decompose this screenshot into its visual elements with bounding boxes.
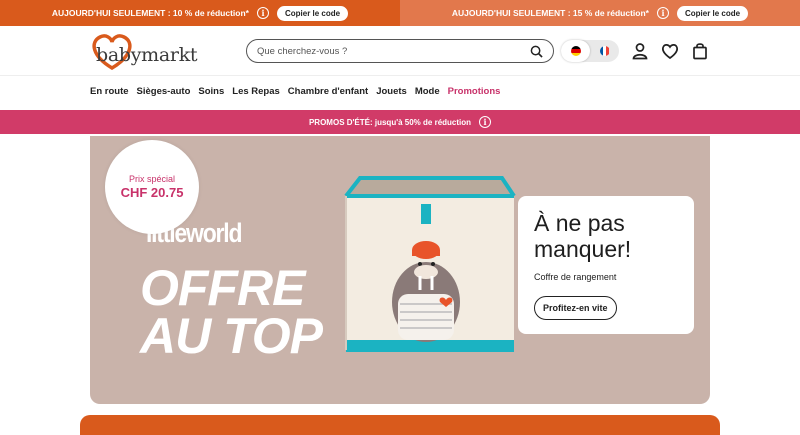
promo-right: AUJOURD'HUI SEULEMENT : 15 % de réductio… bbox=[400, 0, 800, 26]
card-title: À ne pas manquer! bbox=[534, 210, 678, 262]
shopping-bag-icon[interactable] bbox=[691, 42, 709, 60]
card-title-line-2: manquer! bbox=[534, 236, 632, 262]
promo-right-text: AUJOURD'HUI SEULEMENT : 15 % de réductio… bbox=[451, 8, 649, 18]
card-subtitle: Coffre de rangement bbox=[534, 272, 617, 282]
storage-box-image bbox=[344, 176, 516, 352]
nav-item-mode[interactable]: Mode bbox=[415, 86, 440, 97]
profitez-button[interactable]: Profitez-en vite bbox=[534, 296, 617, 320]
info-icon[interactable]: i bbox=[479, 116, 492, 128]
price-label: Prix spécial bbox=[128, 174, 175, 184]
headline-line-2: AU TOP bbox=[140, 308, 323, 364]
nav-item-soins[interactable]: Soins bbox=[198, 86, 224, 97]
nav-item-les-repas[interactable]: Les Repas bbox=[232, 86, 280, 97]
next-section-banner[interactable] bbox=[80, 415, 720, 435]
nav-item-jouets[interactable]: Jouets bbox=[376, 86, 407, 97]
headline-line-1: OFFRE bbox=[140, 260, 305, 316]
main-nav: En route Sièges-auto Soins Les Repas Cha… bbox=[90, 86, 500, 97]
language-fr[interactable] bbox=[590, 40, 619, 62]
summer-promo-text: PROMOS D'ÉTÉ: jusqu'à 50% de réduction bbox=[308, 117, 472, 127]
promo-topbar: AUJOURD'HUI SEULEMENT : 10 % de réductio… bbox=[0, 0, 800, 26]
search-input[interactable]: Que cherchez-vous ? bbox=[257, 46, 530, 57]
search-icon[interactable] bbox=[530, 45, 543, 58]
language-de[interactable] bbox=[561, 40, 590, 62]
french-flag-icon bbox=[599, 46, 610, 56]
promo-card: À ne pas manquer! Coffre de rangement Pr… bbox=[518, 196, 694, 334]
special-price-badge: Prix spécial CHF 20.75 bbox=[105, 140, 199, 234]
summer-promo-banner[interactable]: PROMOS D'ÉTÉ: jusqu'à 50% de réduction i bbox=[0, 110, 800, 134]
search-bar[interactable]: Que cherchez-vous ? bbox=[246, 39, 554, 63]
copy-code-button-right[interactable]: Copier le code bbox=[676, 5, 749, 21]
promo-left-text: AUJOURD'HUI SEULEMENT : 10 % de réductio… bbox=[51, 8, 249, 18]
nav-item-promotions[interactable]: Promotions bbox=[448, 86, 501, 97]
price-value: CHF 20.75 bbox=[120, 185, 184, 200]
language-switch[interactable] bbox=[561, 40, 619, 62]
card-title-line-1: À ne pas bbox=[534, 210, 625, 236]
user-icon[interactable] bbox=[631, 42, 649, 60]
info-icon[interactable]: i bbox=[256, 7, 269, 19]
nav-item-en-route[interactable]: En route bbox=[90, 86, 129, 97]
copy-code-button-left[interactable]: Copier le code bbox=[276, 5, 349, 21]
german-flag-icon bbox=[570, 46, 581, 56]
hero-headline: OFFRE AU TOP bbox=[140, 260, 323, 364]
heart-icon[interactable] bbox=[661, 42, 679, 60]
site-header: babymarkt Que cherchez-vous ? bbox=[0, 26, 800, 76]
nav-item-sieges-auto[interactable]: Sièges-auto bbox=[137, 86, 191, 97]
nav-item-chambre-enfant[interactable]: Chambre d'enfant bbox=[288, 86, 368, 97]
info-icon[interactable]: i bbox=[656, 7, 669, 19]
promo-left: AUJOURD'HUI SEULEMENT : 10 % de réductio… bbox=[0, 0, 400, 26]
logo-text[interactable]: babymarkt bbox=[96, 44, 198, 66]
